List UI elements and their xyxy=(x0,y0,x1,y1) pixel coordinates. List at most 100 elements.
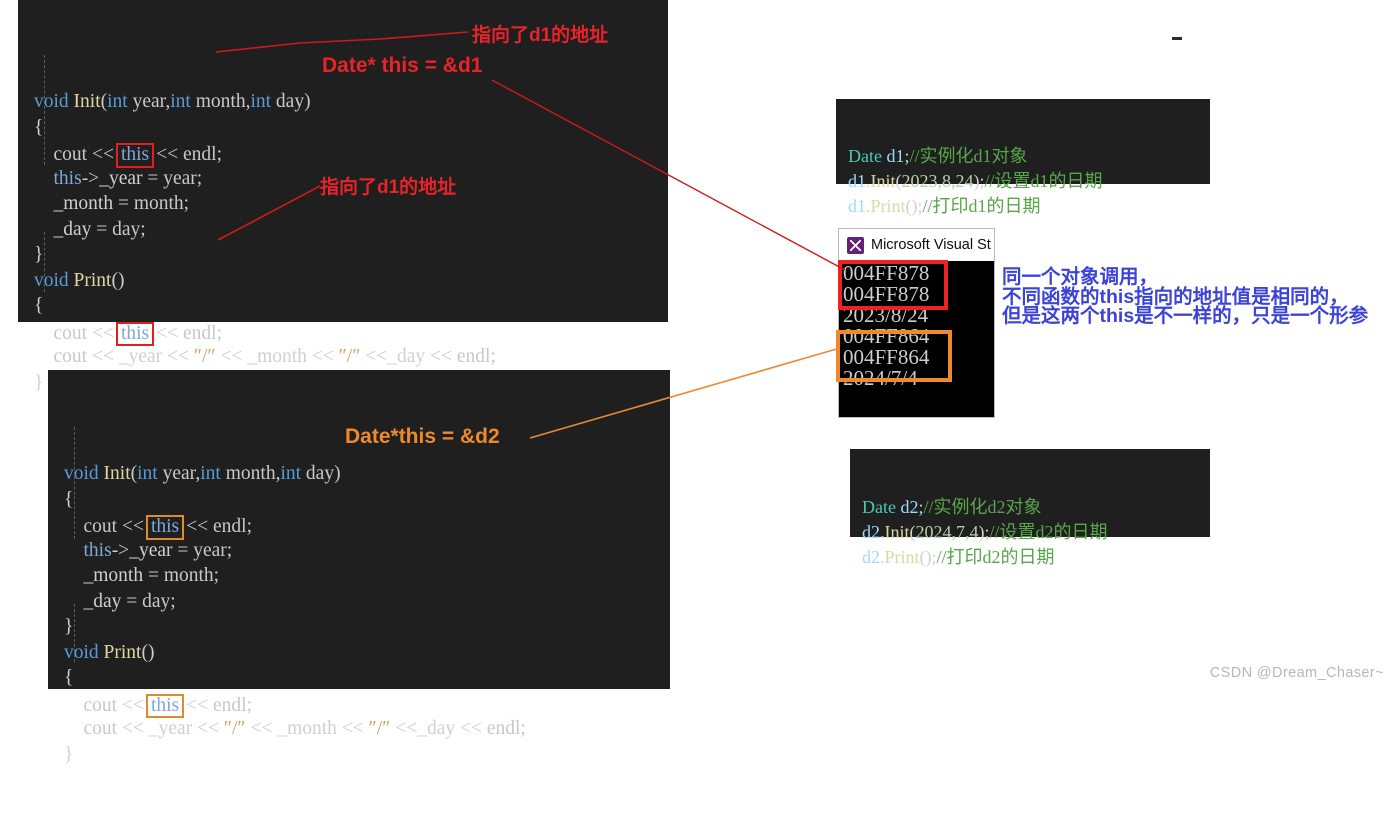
code-token: ); xyxy=(974,171,985,191)
code-token: << xyxy=(365,346,387,367)
code-line: void Print() xyxy=(34,271,668,297)
code-token: << xyxy=(156,323,178,344)
code-token: (); xyxy=(920,547,937,567)
code-token: = day; xyxy=(121,591,175,612)
code-token: << xyxy=(92,323,114,344)
code-token: << xyxy=(197,718,219,739)
code-token: //设置d2的日期 xyxy=(990,522,1108,542)
stray-mark xyxy=(1172,37,1182,40)
code-token: = year; xyxy=(173,540,233,561)
code-token: this xyxy=(54,168,82,189)
code-token: << xyxy=(122,516,144,537)
code-token: _month xyxy=(242,346,311,367)
code-token: { xyxy=(34,117,43,138)
code-token: { xyxy=(34,295,43,316)
code-line: void Init(int year,int month,int day) xyxy=(34,92,668,118)
code-token: ″/″ xyxy=(334,346,365,367)
code-line: { xyxy=(34,296,668,322)
code-token: cout xyxy=(64,516,122,537)
annotation-d1-address-init: 指向了d1的地址 xyxy=(472,20,608,47)
code-token: cout xyxy=(34,346,92,367)
code-token: << xyxy=(220,346,242,367)
code-token: ″/″ xyxy=(189,346,220,367)
this-keyword-highlight: this xyxy=(146,694,184,719)
text-line: 004FF878 xyxy=(843,284,994,305)
text-line: 但是这两个this是不一样的，只是一个形参 xyxy=(1002,307,1368,327)
code-panel-init-print-d2: void Init(int year,int month,int day){ c… xyxy=(48,370,670,689)
code-token: year, xyxy=(158,463,201,484)
console-output: 004FF878004FF8782023/8/24004FF864004FF86… xyxy=(839,261,994,389)
code-token: Init xyxy=(74,91,101,112)
code-token: ″/″ xyxy=(364,718,395,739)
visual-studio-icon xyxy=(847,237,864,254)
code-token: () xyxy=(141,642,154,663)
code-body: void Init(int year,int month,int day){ c… xyxy=(64,464,670,770)
code-token: << xyxy=(312,346,334,367)
code-token: d1 xyxy=(848,196,866,216)
code-token: d1 xyxy=(886,146,904,166)
code-panel-d2-usage: Date d2;//实例化d2对象d2.Init(2024,7,4);//设置d… xyxy=(850,449,1210,537)
code-line: d1.Print();//打印d1的日期 xyxy=(848,197,1210,222)
code-line: } xyxy=(64,745,670,771)
code-line: cout <<this<< endl; xyxy=(64,694,670,720)
code-token: void xyxy=(64,463,104,484)
code-token: ″/″ xyxy=(219,718,250,739)
code-token: << xyxy=(250,718,272,739)
code-token: //设置d1的日期 xyxy=(985,171,1103,191)
code-line: { xyxy=(64,490,670,516)
code-token: endl; xyxy=(452,346,496,367)
code-token: 2024,7,4 xyxy=(916,522,979,542)
code-token: << xyxy=(460,718,482,739)
code-token: Init xyxy=(104,463,131,484)
code-token: } xyxy=(64,744,73,765)
code-token: _day xyxy=(64,591,121,612)
console-window[interactable]: Microsoft Visual St 004FF878004FF8782023… xyxy=(838,228,995,418)
code-line: } xyxy=(34,245,668,271)
code-token: year, xyxy=(128,91,171,112)
code-token: Print xyxy=(885,547,920,567)
code-token: void xyxy=(34,91,74,112)
code-token: Init xyxy=(871,171,896,191)
code-token: int xyxy=(200,463,221,484)
code-token: month, xyxy=(191,91,251,112)
code-token: { xyxy=(64,667,73,688)
annotation-date-this-equals-d1: Date* this = &d1 xyxy=(322,54,482,78)
code-token: void xyxy=(64,642,104,663)
this-keyword-highlight: this xyxy=(116,322,154,347)
code-token: _year xyxy=(144,718,197,739)
code-line: d1.Init(2023,8,24);//设置d1的日期 xyxy=(848,172,1210,197)
annotation-blue-note: 同一个对象调用，不同函数的this指向的地址值是相同的，但是这两个this是不一… xyxy=(1002,268,1368,327)
code-token: cout xyxy=(64,718,122,739)
code-line: { xyxy=(34,118,668,144)
code-token: << xyxy=(122,718,144,739)
code-token: _month xyxy=(64,565,143,586)
code-token: = month; xyxy=(113,193,189,214)
code-token: d2 xyxy=(900,497,918,517)
code-token: _day xyxy=(34,219,91,240)
code-token: () xyxy=(111,270,124,291)
code-token: _month xyxy=(272,718,341,739)
code-token: int xyxy=(170,91,191,112)
code-line: } xyxy=(64,617,670,643)
text-line: 004FF878 xyxy=(843,263,994,284)
code-token: d1 xyxy=(848,171,866,191)
code-line: _day = day; xyxy=(64,592,670,618)
code-token: _year xyxy=(114,346,167,367)
code-token: //实例化d2对象 xyxy=(924,497,1042,517)
code-line: d2.Init(2024,7,4);//设置d2的日期 xyxy=(862,523,1210,548)
code-token: _day xyxy=(387,346,430,367)
code-token: Print xyxy=(871,196,906,216)
code-token: } xyxy=(34,372,43,393)
text-line: 同一个对象调用， xyxy=(1002,268,1368,288)
text-line: 004FF864 xyxy=(843,347,994,368)
code-token: this xyxy=(84,540,112,561)
code-token: cout xyxy=(64,695,122,716)
code-body: Date d2;//实例化d2对象d2.Init(2024,7,4);//设置d… xyxy=(862,498,1210,573)
code-token: int xyxy=(250,91,271,112)
code-panel-init-print-d1: void Init(int year,int month,int day){ c… xyxy=(18,0,668,322)
code-line: cout <<this<< endl; xyxy=(64,515,670,541)
code-token: d2 xyxy=(862,547,880,567)
indent-guide xyxy=(44,55,45,165)
code-token: Init xyxy=(885,522,910,542)
code-token: _year xyxy=(129,540,172,561)
